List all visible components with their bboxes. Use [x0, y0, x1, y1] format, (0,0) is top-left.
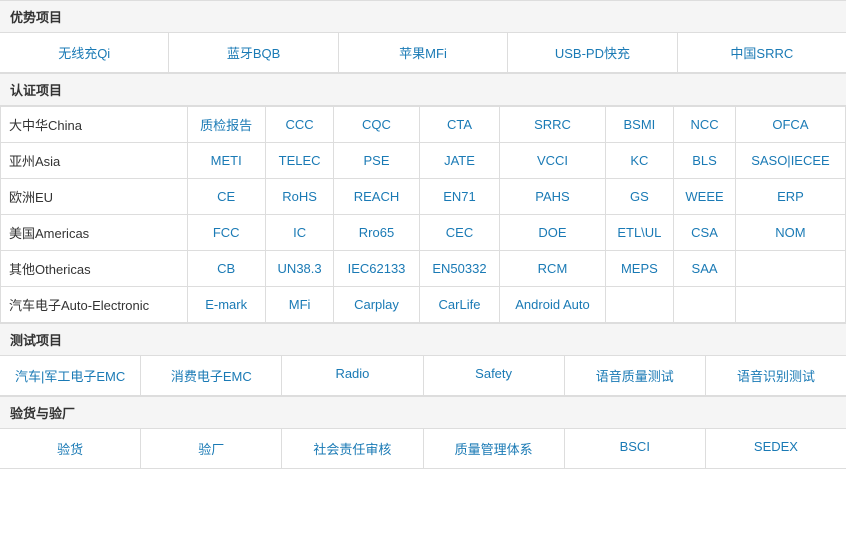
test-item-2[interactable]: Radio — [282, 356, 423, 395]
cert-cell[interactable]: MEPS — [605, 251, 674, 287]
row-label-5: 汽车电子Auto-Electronic — [1, 287, 188, 323]
cert-cell[interactable]: DOE — [500, 215, 605, 251]
advantage-item-0[interactable]: 无线充Qi — [0, 33, 169, 72]
advantage-row: 无线充Qi 蓝牙BQB 苹果MFi USB-PD快充 中国SRRC — [0, 33, 846, 73]
cert-cell[interactable]: SAA — [674, 251, 736, 287]
cert-cell[interactable]: BLS — [674, 143, 736, 179]
table-row: 大中华China 质检报告 CCC CQC CTA SRRC BSMI NCC … — [1, 107, 846, 143]
inspection-section: 验货与验厂 验货 验厂 社会责任审核 质量管理体系 BSCI SEDEX — [0, 396, 846, 469]
advantage-item-1[interactable]: 蓝牙BQB — [169, 33, 338, 72]
cert-cell — [605, 287, 674, 323]
cert-cell — [735, 251, 845, 287]
cert-cell[interactable]: CarLife — [419, 287, 500, 323]
cert-cell[interactable]: 质检报告 — [187, 107, 265, 143]
cert-cell[interactable]: RoHS — [265, 179, 334, 215]
row-label-2: 欧洲EU — [1, 179, 188, 215]
cert-cell[interactable]: RCM — [500, 251, 605, 287]
cert-cell[interactable]: CE — [187, 179, 265, 215]
test-item-4[interactable]: 语音质量测试 — [565, 356, 706, 395]
inspect-item-0[interactable]: 验货 — [0, 429, 141, 468]
cert-cell[interactable]: CQC — [334, 107, 419, 143]
cert-cell[interactable]: METI — [187, 143, 265, 179]
cert-cell[interactable]: CEC — [419, 215, 500, 251]
cert-cell[interactable]: PSE — [334, 143, 419, 179]
advantage-item-3[interactable]: USB-PD快充 — [508, 33, 677, 72]
cert-cell[interactable]: CTA — [419, 107, 500, 143]
inspect-item-1[interactable]: 验厂 — [141, 429, 282, 468]
advantage-section: 优势项目 无线充Qi 蓝牙BQB 苹果MFi USB-PD快充 中国SRRC — [0, 0, 846, 73]
cert-cell[interactable]: IC — [265, 215, 334, 251]
table-row: 亚州Asia METI TELEC PSE JATE VCCI KC BLS S… — [1, 143, 846, 179]
cert-cell[interactable]: Carplay — [334, 287, 419, 323]
test-header: 测试项目 — [0, 323, 846, 356]
table-row: 其他Othericas CB UN38.3 IEC62133 EN50332 R… — [1, 251, 846, 287]
cert-cell[interactable]: BSMI — [605, 107, 674, 143]
table-row: 美国Americas FCC IC Rro65 CEC DOE ETL\UL C… — [1, 215, 846, 251]
cert-cell[interactable]: E-mark — [187, 287, 265, 323]
cert-cell — [735, 287, 845, 323]
cert-cell[interactable]: SASO|IECEE — [735, 143, 845, 179]
cert-cell[interactable]: NOM — [735, 215, 845, 251]
cert-cell[interactable]: Rro65 — [334, 215, 419, 251]
cert-cell[interactable]: CCC — [265, 107, 334, 143]
cert-table: 大中华China 质检报告 CCC CQC CTA SRRC BSMI NCC … — [0, 106, 846, 323]
cert-cell[interactable]: NCC — [674, 107, 736, 143]
cert-cell[interactable]: WEEE — [674, 179, 736, 215]
advantage-item-2[interactable]: 苹果MFi — [339, 33, 508, 72]
row-label-3: 美国Americas — [1, 215, 188, 251]
advantage-header: 优势项目 — [0, 0, 846, 33]
inspection-header: 验货与验厂 — [0, 396, 846, 429]
test-item-1[interactable]: 消费电子EMC — [141, 356, 282, 395]
cert-cell[interactable]: TELEC — [265, 143, 334, 179]
cert-cell[interactable]: MFi — [265, 287, 334, 323]
row-label-0: 大中华China — [1, 107, 188, 143]
inspect-item-5[interactable]: SEDEX — [706, 429, 846, 468]
test-item-0[interactable]: 汽车|军工电子EMC — [0, 356, 141, 395]
cert-cell[interactable]: KC — [605, 143, 674, 179]
cert-cell[interactable]: ETL\UL — [605, 215, 674, 251]
cert-cell[interactable]: PAHS — [500, 179, 605, 215]
inspect-item-3[interactable]: 质量管理体系 — [424, 429, 565, 468]
cert-cell[interactable]: JATE — [419, 143, 500, 179]
test-section: 测试项目 汽车|军工电子EMC 消费电子EMC Radio Safety 语音质… — [0, 323, 846, 396]
cert-cell[interactable]: FCC — [187, 215, 265, 251]
test-item-3[interactable]: Safety — [424, 356, 565, 395]
row-label-1: 亚州Asia — [1, 143, 188, 179]
cert-cell[interactable]: CB — [187, 251, 265, 287]
cert-cell[interactable]: CSA — [674, 215, 736, 251]
cert-cell[interactable]: GS — [605, 179, 674, 215]
table-row: 欧洲EU CE RoHS REACH EN71 PAHS GS WEEE ERP — [1, 179, 846, 215]
cert-cell[interactable]: Android Auto — [500, 287, 605, 323]
cert-cell[interactable]: EN50332 — [419, 251, 500, 287]
cert-cell[interactable]: UN38.3 — [265, 251, 334, 287]
cert-cell[interactable]: OFCA — [735, 107, 845, 143]
cert-cell — [674, 287, 736, 323]
certification-section: 认证项目 大中华China 质检报告 CCC CQC CTA SRRC BSMI… — [0, 73, 846, 323]
certification-header: 认证项目 — [0, 73, 846, 106]
advantage-item-4[interactable]: 中国SRRC — [678, 33, 846, 72]
cert-cell[interactable]: IEC62133 — [334, 251, 419, 287]
cert-cell[interactable]: ERP — [735, 179, 845, 215]
cert-cell[interactable]: SRRC — [500, 107, 605, 143]
test-item-5[interactable]: 语音识别测试 — [706, 356, 846, 395]
cert-cell[interactable]: VCCI — [500, 143, 605, 179]
inspect-item-2[interactable]: 社会责任审核 — [282, 429, 423, 468]
inspect-row: 验货 验厂 社会责任审核 质量管理体系 BSCI SEDEX — [0, 429, 846, 469]
cert-cell[interactable]: EN71 — [419, 179, 500, 215]
row-label-4: 其他Othericas — [1, 251, 188, 287]
table-row: 汽车电子Auto-Electronic E-mark MFi Carplay C… — [1, 287, 846, 323]
inspect-item-4[interactable]: BSCI — [565, 429, 706, 468]
test-row: 汽车|军工电子EMC 消费电子EMC Radio Safety 语音质量测试 语… — [0, 356, 846, 396]
cert-cell[interactable]: REACH — [334, 179, 419, 215]
